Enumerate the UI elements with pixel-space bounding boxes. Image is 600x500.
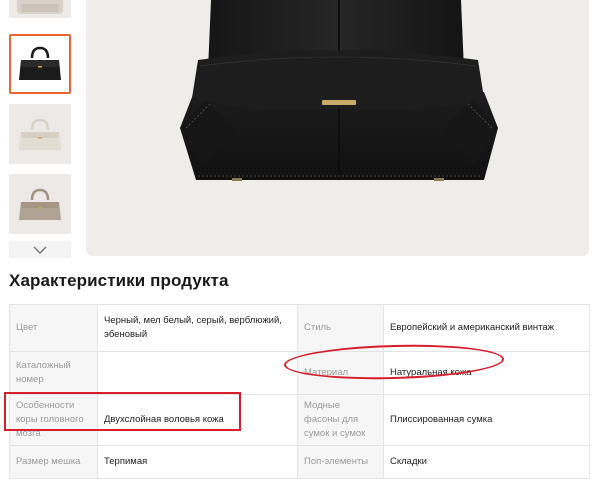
spec-label-style: Стиль (297, 304, 384, 352)
main-product-image (86, 0, 589, 256)
spec-value-pop-elements: Складки (383, 445, 590, 479)
spec-value-bag-size: Терпимая (97, 445, 298, 479)
spec-label-bag-size: Размер мешка (9, 445, 98, 479)
spec-label-color: Цвет (9, 304, 98, 352)
spec-value-bag-style: Плиссированная сумка (383, 394, 590, 446)
spec-label-bag-style: Модные фасоны для сумок и сумок (297, 394, 384, 446)
thumbnail-taupe[interactable] (9, 174, 71, 234)
thumbnail-partial[interactable] (9, 0, 71, 18)
spec-value-color: Черный, мел белый, серый, верблюжий, эбе… (97, 304, 298, 352)
spec-row: Цвет Черный, мел белый, серый, верблюжий… (9, 304, 590, 352)
spec-row: Размер мешка Терпимая Поп-элементы Склад… (9, 445, 590, 479)
spec-value-catalog-number (97, 351, 298, 395)
spec-label-catalog-number: Каталожный номер (9, 351, 98, 395)
thumbnail-black[interactable] (9, 34, 71, 94)
thumbnail-scroll-down[interactable] (9, 241, 71, 258)
section-title: Характеристики продукта (9, 271, 229, 290)
chevron-down-icon (33, 246, 47, 254)
handbag-image (180, 0, 498, 181)
annotation-rect-leather-features (4, 392, 241, 431)
spec-label-pop-elements: Поп-элементы (297, 445, 384, 479)
thumbnail-white[interactable] (9, 104, 71, 164)
